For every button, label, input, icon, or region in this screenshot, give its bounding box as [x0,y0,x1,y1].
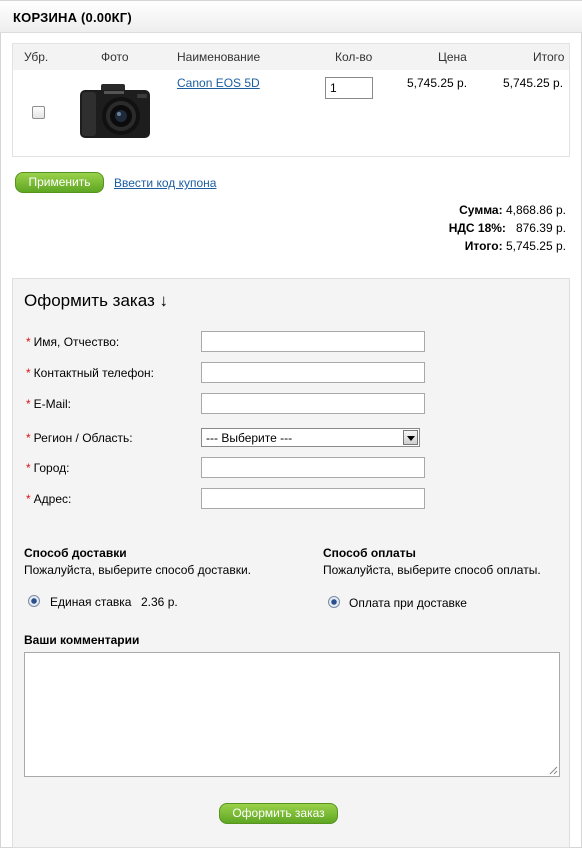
column-total: Итого [533,50,565,64]
delivery-option-price: 2.36 р. [141,595,178,609]
comments-title: Ваши комментарии [24,633,140,647]
delivery-hint: Пожалуйста, выберите способ доставки. [24,563,251,577]
column-price: Цена [438,50,467,64]
field-label-name: * Имя, Отчество: [26,335,119,349]
required-mark: * [26,397,31,411]
payment-title: Способ оплаты [323,546,416,560]
total-row-grand: Итого: 5,745.25 р. [366,238,566,256]
total-value: 4,868.86 р. [505,203,566,217]
product-total: 5,745.25 р. [503,76,564,90]
delivery-title: Способ доставки [24,546,127,560]
email-field[interactable] [201,393,425,414]
comments-textarea[interactable] [24,652,560,777]
delivery-option-label[interactable]: Единая ставка [50,595,131,609]
product-price: 5,745.25 р. [407,76,468,90]
field-label-text: Контактный телефон: [33,366,154,380]
required-mark: * [26,461,31,475]
column-qty: Кол-во [335,50,373,64]
field-label-text: E-Mail: [33,397,72,411]
required-mark: * [26,492,31,506]
address-field[interactable] [201,488,425,509]
column-photo: Фото [101,50,129,64]
city-field[interactable] [201,457,425,478]
resize-handle-icon[interactable] [549,766,558,775]
field-label-text: Имя, Отчество: [33,335,120,349]
required-mark: * [26,431,31,445]
coupon-link[interactable]: Ввести код купона [114,176,216,190]
payment-radio[interactable] [328,596,340,608]
region-select[interactable]: --- Выберите --- [201,428,420,447]
total-row-vat: НДС 18%: 876.39 р. [366,220,566,238]
checkout-panel: Оформить заказ ↓ * Имя, Отчество: * Контак… [12,278,570,848]
totals-block: Сумма: 4,868.86 р. НДС 18%: 876.39 р. Ит… [366,202,566,256]
product-photo[interactable] [79,82,151,140]
total-label: Сумма: [459,203,503,217]
cart-table: Убр. Фото Наименование Кол-во Цена Итого… [12,43,570,157]
field-label-text: Город: [33,461,70,475]
field-label-text: Адрес: [33,492,72,506]
total-value: 876.39 р. [515,221,566,235]
remove-checkbox[interactable] [32,106,45,119]
payment-option-label[interactable]: Оплата при доставке [349,596,467,610]
cart-header: КОРЗИНА (0.00КГ) [0,0,582,33]
cart-table-header: Убр. Фото Наименование Кол-во Цена Итого [13,44,569,70]
field-label-text: Регион / Область: [33,431,133,445]
total-label: Итого: [464,239,503,253]
chevron-down-icon[interactable] [403,430,418,445]
delivery-radio[interactable] [28,595,40,607]
field-label-region: * Регион / Область: [26,431,133,445]
field-label-email: * E-Mail: [26,397,71,411]
field-label-address: * Адрес: [26,492,71,506]
phone-field[interactable] [201,362,425,383]
field-label-city: * Город: [26,461,69,475]
field-label-phone: * Контактный телефон: [26,366,154,380]
required-mark: * [26,335,31,349]
payment-hint: Пожалуйста, выберите способ оплаты. [323,563,541,577]
name-field[interactable] [201,331,425,352]
region-select-value: --- Выберите --- [206,431,293,445]
column-name: Наименование [177,50,261,64]
total-value: 5,745.25 р. [505,239,566,253]
column-remove: Убр. [24,50,49,64]
total-row-sum: Сумма: 4,868.86 р. [366,202,566,220]
total-label: НДС 18%: [448,221,506,235]
cart-title: КОРЗИНА (0.00КГ) [13,10,132,25]
product-name-link[interactable]: Canon EOS 5D [177,76,260,90]
apply-button[interactable]: Применить [15,172,104,193]
checkout-title: Оформить заказ ↓ [24,291,169,310]
submit-order-button[interactable]: Оформить заказ [219,803,338,824]
required-mark: * [26,366,31,380]
quantity-input[interactable] [325,77,373,99]
